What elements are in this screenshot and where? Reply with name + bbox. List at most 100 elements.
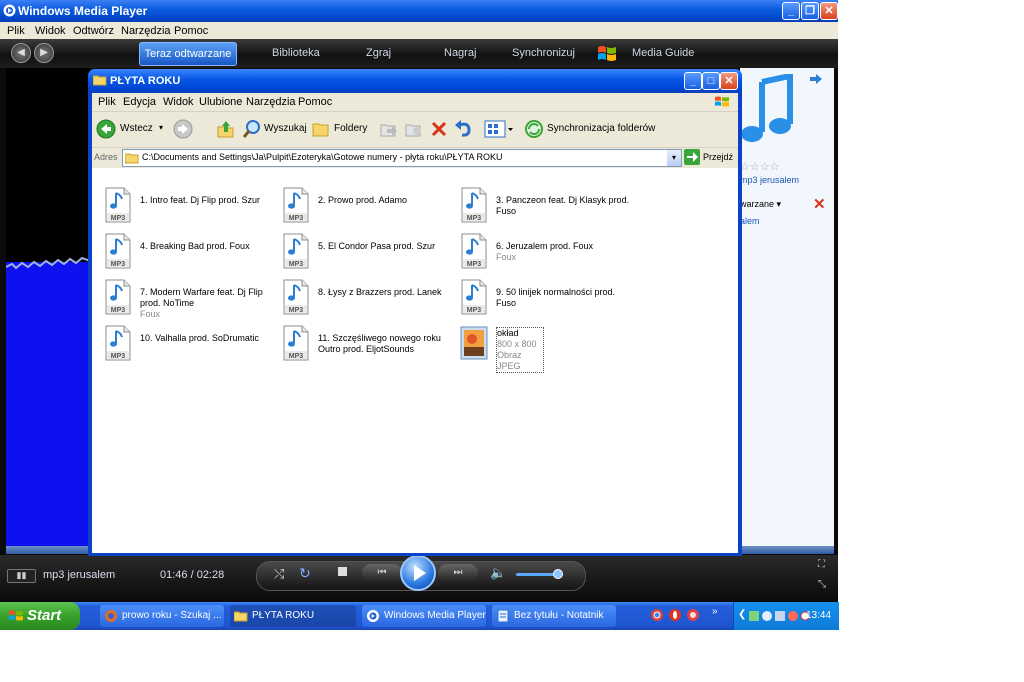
mp3-file-item[interactable]: MP3 7. Modern Warfare feat. Dj Flip prod.… xyxy=(104,279,282,321)
mp3-file-item[interactable]: MP3 1. Intro feat. Dj Flip prod. Szur xyxy=(104,187,282,229)
menu-widok[interactable]: Widok xyxy=(35,25,66,37)
fullscreen-icon[interactable]: ⛶ xyxy=(818,559,825,570)
mp3-file-item[interactable]: MP3 5. El Condor Pasa prod. Szur xyxy=(282,233,460,275)
back-dropdown-icon[interactable]: ▾ xyxy=(159,123,163,132)
task-label: Windows Media Player xyxy=(384,610,486,621)
copy-to-icon[interactable] xyxy=(404,119,424,139)
rating-stars[interactable]: ☆☆☆☆ xyxy=(740,160,779,173)
address-dropdown-icon[interactable]: ▾ xyxy=(667,150,681,166)
expand-chevron-icon[interactable]: » xyxy=(712,606,718,617)
exp-menu-pomoc[interactable]: Pomoc xyxy=(298,96,332,108)
svg-text:MP3: MP3 xyxy=(467,261,482,268)
opera-icon[interactable] xyxy=(668,608,682,622)
svg-text:MP3: MP3 xyxy=(111,307,126,314)
file-name-text: 11. Szczęśliwego nowego roku Outro prod.… xyxy=(318,333,441,354)
shuffle-icon[interactable]: ⤭ xyxy=(274,566,284,582)
exp-menu-plik[interactable]: Plik xyxy=(98,96,116,108)
explorer-close-button[interactable]: ✕ xyxy=(720,72,738,90)
volume-icon[interactable]: 🔈 xyxy=(490,565,506,581)
clear-x-icon[interactable]: ✕ xyxy=(813,195,826,213)
volume-knob[interactable] xyxy=(552,569,563,579)
forward-gray-icon[interactable] xyxy=(173,119,193,139)
stop-icon[interactable] xyxy=(338,567,347,576)
tab-burn[interactable]: Nagraj xyxy=(444,47,476,59)
file-subtitle: 800 x 800 xyxy=(497,339,537,349)
undo-icon[interactable] xyxy=(454,119,474,139)
task-explorer[interactable]: PŁYTA ROKU xyxy=(230,605,356,627)
exp-menu-ulubione[interactable]: Ulubione xyxy=(199,96,242,108)
wmp-title: Windows Media Player xyxy=(18,4,148,18)
exp-menu-narzedzia[interactable]: Narzędzia xyxy=(246,96,296,108)
file-name-text: 7. Modern Warfare feat. Dj Flip prod. No… xyxy=(140,287,263,308)
mp3-file-icon: MP3 xyxy=(283,233,309,269)
close-button[interactable]: ✕ xyxy=(820,2,838,20)
mp3-file-item[interactable]: MP3 10. Valhalla prod. SoDrumatic xyxy=(104,325,282,367)
tab-media-guide[interactable]: Media Guide xyxy=(632,47,694,59)
explorer-maximize-button[interactable]: □ xyxy=(702,72,720,90)
file-name: 2. Prowo prod. Adamo xyxy=(318,195,458,206)
delete-icon[interactable] xyxy=(430,120,448,138)
mp3-file-item[interactable]: MP3 8. Łysy z Brazzers prod. Lanek xyxy=(282,279,460,321)
mini-mode-icon[interactable]: ⤡ xyxy=(818,579,826,590)
chrome-icon[interactable] xyxy=(650,608,664,622)
explorer-minimize-button[interactable]: _ xyxy=(684,72,702,90)
svg-text:MP3: MP3 xyxy=(289,215,304,222)
file-name: 8. Łysy z Brazzers prod. Lanek xyxy=(318,287,458,298)
exp-menu-edycja[interactable]: Edycja xyxy=(123,96,156,108)
forward-arrow-icon[interactable]: ▶ xyxy=(34,43,54,63)
notepad-icon xyxy=(497,609,509,623)
play-icon xyxy=(414,565,426,581)
file-name-text: 5. El Condor Pasa prod. Szur xyxy=(318,241,436,251)
jpeg-thumbnail-icon xyxy=(460,326,488,360)
menu-odtworz[interactable]: Odtwórz xyxy=(73,25,114,37)
restore-button[interactable]: ❐ xyxy=(801,2,819,20)
address-bar: Adres C:\Documents and Settings\Ja\Pulpi… xyxy=(92,148,738,168)
menu-plik[interactable]: Plik xyxy=(7,25,25,37)
file-name-text: 4. Breaking Bad prod. Foux xyxy=(140,241,250,251)
tab-library[interactable]: Biblioteka xyxy=(272,47,320,59)
up-folder-icon[interactable] xyxy=(216,119,236,139)
back-arrow-icon[interactable]: ◀ xyxy=(11,43,31,63)
minimize-button[interactable]: _ xyxy=(782,2,800,20)
views-button[interactable] xyxy=(484,119,514,142)
address-input[interactable]: C:\Documents and Settings\Ja\Pulpit\Ezot… xyxy=(122,149,682,167)
volume-slider[interactable] xyxy=(516,569,574,579)
app-icon[interactable] xyxy=(686,608,700,622)
move-to-icon[interactable] xyxy=(379,119,399,139)
mp3-file-icon: MP3 xyxy=(461,187,487,223)
mp3-file-item[interactable]: MP3 2. Prowo prod. Adamo xyxy=(282,187,460,229)
explorer-titlebar[interactable]: PŁYTA ROKU _ □ ✕ xyxy=(88,69,742,93)
task-firefox[interactable]: prowo roku - Szukaj ... xyxy=(100,605,224,627)
tab-sync[interactable]: Synchronizuj xyxy=(512,47,575,59)
file-name: 10. Valhalla prod. SoDrumatic xyxy=(140,333,280,344)
playlist-item[interactable]: alem xyxy=(740,216,760,226)
task-wmp[interactable]: Windows Media Player xyxy=(362,605,486,627)
image-file-item[interactable]: okład 800 x 800 Obraz JPEG xyxy=(460,325,638,373)
sync-label: Synchronizacja folderów xyxy=(547,123,656,134)
menu-pomoc[interactable]: Pomoc xyxy=(174,25,208,37)
tray-expand-icon[interactable]: ❮ xyxy=(738,609,746,620)
mp3-file-item[interactable]: MP3 4. Breaking Bad prod. Foux xyxy=(104,233,282,275)
windows-logo-icon xyxy=(715,96,729,107)
repeat-icon[interactable]: ↻ xyxy=(299,565,311,582)
mp3-file-item[interactable]: MP3 3. Panczeon feat. Dj Klasyk prod. Fus… xyxy=(460,187,638,229)
task-notepad[interactable]: Bez tytułu - Notatnik xyxy=(492,605,616,627)
exp-menu-widok[interactable]: Widok xyxy=(163,96,194,108)
playlist-dropdown[interactable]: warzane ▾ xyxy=(740,199,781,210)
start-button[interactable]: Start xyxy=(0,602,80,630)
play-button[interactable] xyxy=(400,555,436,591)
arrow-right-icon[interactable] xyxy=(810,74,822,84)
mp3-file-item[interactable]: MP3 11. Szczęśliwego nowego roku Outro pr… xyxy=(282,325,460,367)
tab-rip[interactable]: Zgraj xyxy=(366,47,391,59)
menu-narzedzia[interactable]: Narzędzia xyxy=(121,25,171,37)
mp3-file-item[interactable]: MP3 6. Jeruzalem prod. Foux Foux xyxy=(460,233,638,275)
previous-icon[interactable]: ⏮ xyxy=(362,564,402,582)
tray-icons[interactable] xyxy=(749,609,809,623)
next-icon[interactable]: ⏭ xyxy=(438,564,478,582)
wmp-titlebar[interactable]: Windows Media Player _ ❐ ✕ xyxy=(0,0,838,22)
mp3-file-item[interactable]: MP3 9. 50 linijek normalności prod. Fuso xyxy=(460,279,638,321)
mp3-file-icon: MP3 xyxy=(461,279,487,315)
layout-toggle-button[interactable]: ▮▮ xyxy=(7,569,36,583)
file-name: 5. El Condor Pasa prod. Szur xyxy=(318,241,458,252)
tab-now-playing[interactable]: Teraz odtwarzane xyxy=(139,42,237,66)
